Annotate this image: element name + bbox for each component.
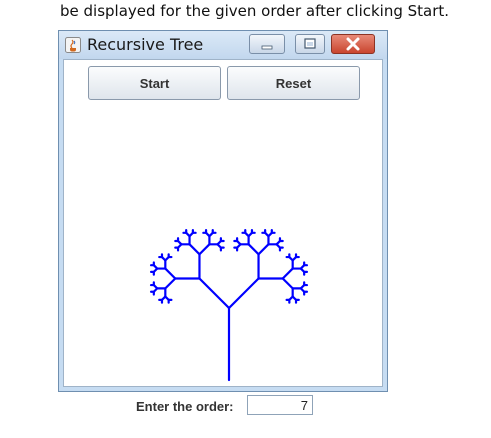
minimize-icon — [261, 45, 273, 50]
instruction-caption: be displayed for the given order after c… — [60, 2, 450, 20]
maximize-icon — [304, 38, 316, 49]
order-label: Enter the order: — [136, 399, 234, 414]
close-icon — [346, 37, 360, 51]
minimize-button[interactable] — [249, 34, 285, 54]
java-app-icon — [65, 37, 81, 53]
maximize-button[interactable] — [295, 34, 325, 54]
content-pane: Start Reset Enter the order: — [63, 59, 383, 415]
recursive-tree-window: Recursive Tree Start Reset Enter the ord… — [58, 30, 388, 415]
order-input[interactable] — [247, 395, 313, 415]
window-title: Recursive Tree — [87, 35, 204, 54]
recursive-tree-drawing — [149, 228, 309, 382]
close-button[interactable] — [331, 34, 375, 54]
title-bar[interactable]: Recursive Tree — [59, 31, 387, 59]
